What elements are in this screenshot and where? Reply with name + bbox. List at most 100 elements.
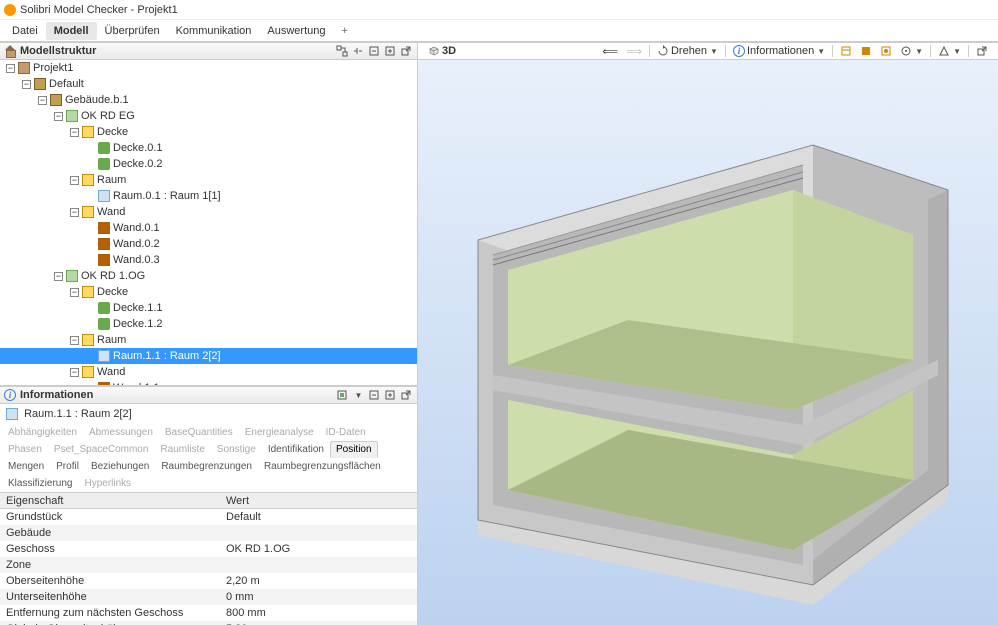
tree-expander-icon[interactable]: − <box>54 112 63 121</box>
model-tree[interactable]: −Projekt1−Default−Gebäude.b.1−OK RD EG−D… <box>0 60 417 385</box>
tab-position[interactable]: Position <box>330 441 378 458</box>
tree-tool-icon[interactable] <box>335 44 349 58</box>
popout-icon[interactable] <box>972 44 992 58</box>
info-title: Informationen <box>20 389 93 401</box>
vp-tool-icon[interactable]: ▼ <box>896 44 927 58</box>
menu-kommunikation[interactable]: Kommunikation <box>168 22 260 40</box>
tree-node[interactable]: −Raum <box>0 172 417 188</box>
popout-icon[interactable] <box>399 44 413 58</box>
tree-expander-icon[interactable]: − <box>70 176 79 185</box>
vp-tool-icon[interactable] <box>836 44 856 58</box>
property-row[interactable]: Oberseitenhöhe2,20 m <box>0 573 417 589</box>
slab-icon <box>98 158 110 170</box>
view-3d-label: 3D <box>442 45 456 57</box>
tree-node[interactable]: Decke.1.1 <box>0 300 417 316</box>
expand-icon[interactable] <box>383 388 397 402</box>
tree-label: Decke <box>97 286 128 298</box>
tree-node[interactable]: −OK RD 1.OG <box>0 268 417 284</box>
tree-node[interactable]: Wand.0.2 <box>0 236 417 252</box>
tree-label: Projekt1 <box>33 62 73 74</box>
tree-node[interactable]: −OK RD EG <box>0 108 417 124</box>
layer-icon <box>66 110 78 122</box>
tab-basequantities[interactable]: BaseQuantities <box>159 424 239 441</box>
tab-mengen[interactable]: Mengen <box>2 458 50 475</box>
add-tab-button[interactable]: + <box>334 22 356 40</box>
tab-phasen[interactable]: Phasen <box>2 441 48 458</box>
property-row[interactable]: Unterseitenhöhe0 mm <box>0 589 417 605</box>
property-row[interactable]: GeschossOK RD 1.OG <box>0 541 417 557</box>
tree-node[interactable]: Wand.0.1 <box>0 220 417 236</box>
tree-node[interactable]: −Wand <box>0 364 417 380</box>
vp-tool-icon[interactable] <box>856 44 876 58</box>
tree-label: Decke.0.1 <box>113 142 163 154</box>
tree-node[interactable]: −Decke <box>0 124 417 140</box>
tab-profil[interactable]: Profil <box>50 458 85 475</box>
tree-expander-icon[interactable]: − <box>70 208 79 217</box>
tab-raumliste[interactable]: Raumliste <box>154 441 210 458</box>
collapse-icon[interactable] <box>367 388 381 402</box>
col-property: Eigenschaft <box>0 493 220 509</box>
tree-node[interactable]: − Wand <box>0 204 417 220</box>
tree-node[interactable]: −Raum <box>0 332 417 348</box>
tab-hyperlinks[interactable]: Hyperlinks <box>78 475 137 492</box>
expand-all-icon[interactable] <box>383 44 397 58</box>
menu-auswertung[interactable]: Auswertung <box>259 22 333 40</box>
property-row[interactable]: Entfernung zum nächsten Geschoss800 mm <box>0 605 417 621</box>
vp-tool-icon[interactable]: ▼ <box>934 44 965 58</box>
tree-node[interactable]: Raum.0.1 : Raum 1[1] <box>0 188 417 204</box>
tab-sonstige[interactable]: Sonstige <box>211 441 262 458</box>
tree-expander-icon[interactable]: − <box>70 128 79 137</box>
tree-expander-icon[interactable]: − <box>54 272 63 281</box>
tree-expander-icon[interactable]: − <box>6 64 15 73</box>
tree-node[interactable]: −Gebäude.b.1 <box>0 92 417 108</box>
collapse-all-icon[interactable] <box>367 44 381 58</box>
nav-forward-icon[interactable]: ⟹ <box>622 44 646 59</box>
tab-abmessungen[interactable]: Abmessungen <box>83 424 159 441</box>
menu-berprfen[interactable]: Überprüfen <box>97 22 168 40</box>
tree-node[interactable]: − Decke <box>0 284 417 300</box>
tree-node[interactable]: − Projekt1 <box>0 60 417 76</box>
view-3d-button[interactable]: 3D <box>424 44 460 58</box>
tree-expander-icon[interactable]: − <box>38 96 47 105</box>
info-tool-dropdown[interactable]: ▼ <box>351 388 365 402</box>
tree-expander-icon[interactable]: − <box>70 288 79 297</box>
tab-raumbegrenzungen[interactable]: Raumbegrenzungen <box>155 458 258 475</box>
info-tool-icon[interactable] <box>335 388 349 402</box>
tab-abhngigkeiten[interactable]: Abhängigkeiten <box>2 424 83 441</box>
property-row[interactable]: GrundstückDefault <box>0 509 417 525</box>
tree-expander-icon[interactable]: − <box>70 368 79 377</box>
tab-identifikation[interactable]: Identifikation <box>262 441 330 458</box>
tree-node[interactable]: Raum.1.1 : Raum 2[2] <box>0 348 417 364</box>
tab-beziehungen[interactable]: Beziehungen <box>85 458 155 475</box>
3d-viewport[interactable] <box>418 60 998 625</box>
tree-label: Decke.1.2 <box>113 318 163 330</box>
tree-node[interactable]: Decke.0.2 <box>0 156 417 172</box>
tree-node[interactable]: Decke.0.1 <box>0 140 417 156</box>
tab-iddaten[interactable]: ID-Daten <box>320 424 372 441</box>
tree-expander-icon[interactable]: − <box>70 336 79 345</box>
rotate-dropdown[interactable]: Drehen▼ <box>653 44 722 58</box>
menu-modell[interactable]: Modell <box>46 22 97 40</box>
tree-expander-icon[interactable]: − <box>22 80 31 89</box>
slab-icon <box>98 318 110 330</box>
tab-klassifizierung[interactable]: Klassifizierung <box>2 475 78 492</box>
tree-label: Wand <box>97 206 125 218</box>
info-dropdown[interactable]: i Informationen▼ <box>729 44 829 58</box>
property-table[interactable]: Eigenschaft Wert GrundstückDefaultGebäud… <box>0 493 417 625</box>
nav-back-icon[interactable]: ⟸ <box>598 44 622 59</box>
menu-datei[interactable]: Datei <box>4 22 46 40</box>
tree-node[interactable]: Decke.1.2 <box>0 316 417 332</box>
tree-label: Default <box>49 78 84 90</box>
property-row[interactable]: Gebäude <box>0 525 417 541</box>
tree-node[interactable]: Wand.0.3 <box>0 252 417 268</box>
tab-energieanalyse[interactable]: Energieanalyse <box>239 424 320 441</box>
property-row[interactable]: Globale Oberseitenhöhe5,20 m <box>0 621 417 625</box>
tab-psetspacecommon[interactable]: Pset_SpaceCommon <box>48 441 155 458</box>
vp-tool-icon[interactable] <box>876 44 896 58</box>
property-row[interactable]: Zone <box>0 557 417 573</box>
tab-raumbegrenzungsflchen[interactable]: Raumbegrenzungsflächen <box>258 458 387 475</box>
popout-icon[interactable] <box>399 388 413 402</box>
breadcrumb-text: Raum.1.1 : Raum 2[2] <box>24 408 132 420</box>
tree-tool-icon[interactable] <box>351 44 365 58</box>
tree-node[interactable]: − Default <box>0 76 417 92</box>
